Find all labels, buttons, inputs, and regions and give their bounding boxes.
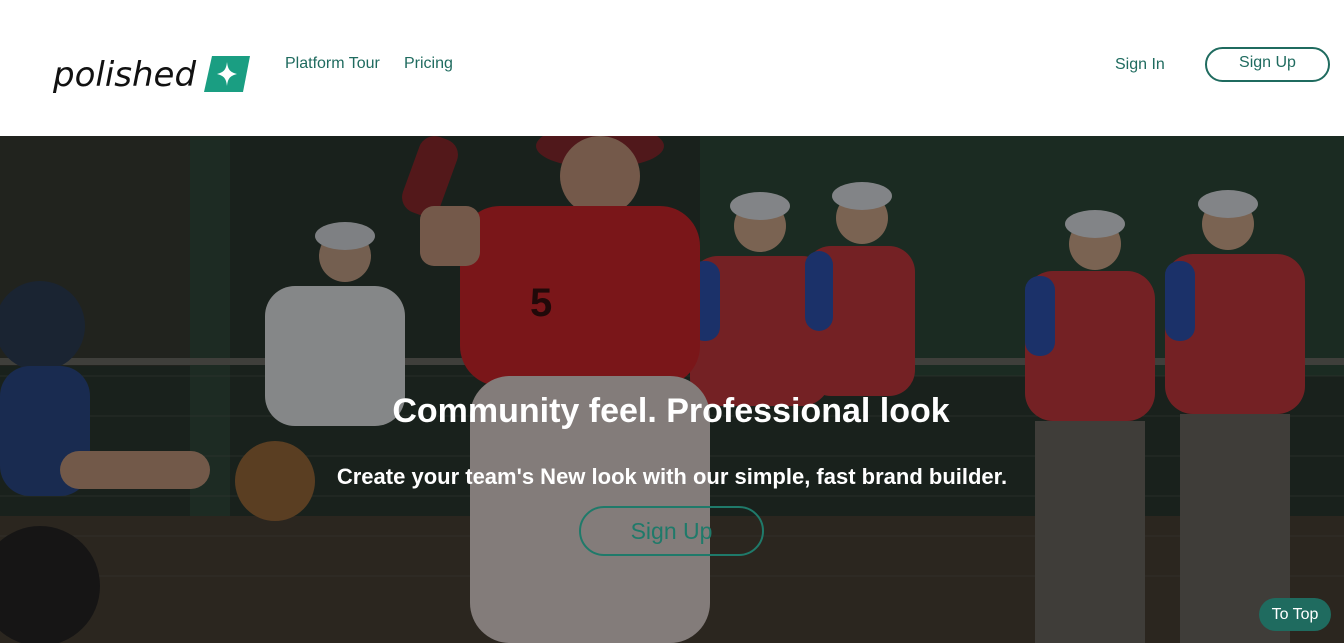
brand-logo[interactable]: polished bbox=[53, 52, 251, 98]
hero-subtitle: Create your team's New look with our sim… bbox=[336, 464, 1008, 489]
hero-sign-up-button[interactable]: Sign Up bbox=[579, 506, 764, 556]
sparkle-icon bbox=[204, 56, 251, 92]
hero-title: Community feel. Professional look bbox=[392, 392, 950, 430]
nav-pricing-link[interactable]: Pricing bbox=[404, 54, 453, 74]
brand-name: polished bbox=[53, 55, 197, 95]
nav-platform-tour-link[interactable]: Platform Tour bbox=[285, 54, 380, 74]
to-top-button[interactable]: To Top bbox=[1259, 598, 1331, 631]
sign-in-link[interactable]: Sign In bbox=[1115, 55, 1165, 75]
hero-section: 5 Community feel. Professional look Crea… bbox=[0, 136, 1344, 643]
sign-up-button[interactable]: Sign Up bbox=[1205, 47, 1330, 82]
top-navigation: polished Platform Tour Pricing Sign In S… bbox=[0, 0, 1344, 136]
hero-dark-overlay bbox=[0, 136, 1344, 643]
